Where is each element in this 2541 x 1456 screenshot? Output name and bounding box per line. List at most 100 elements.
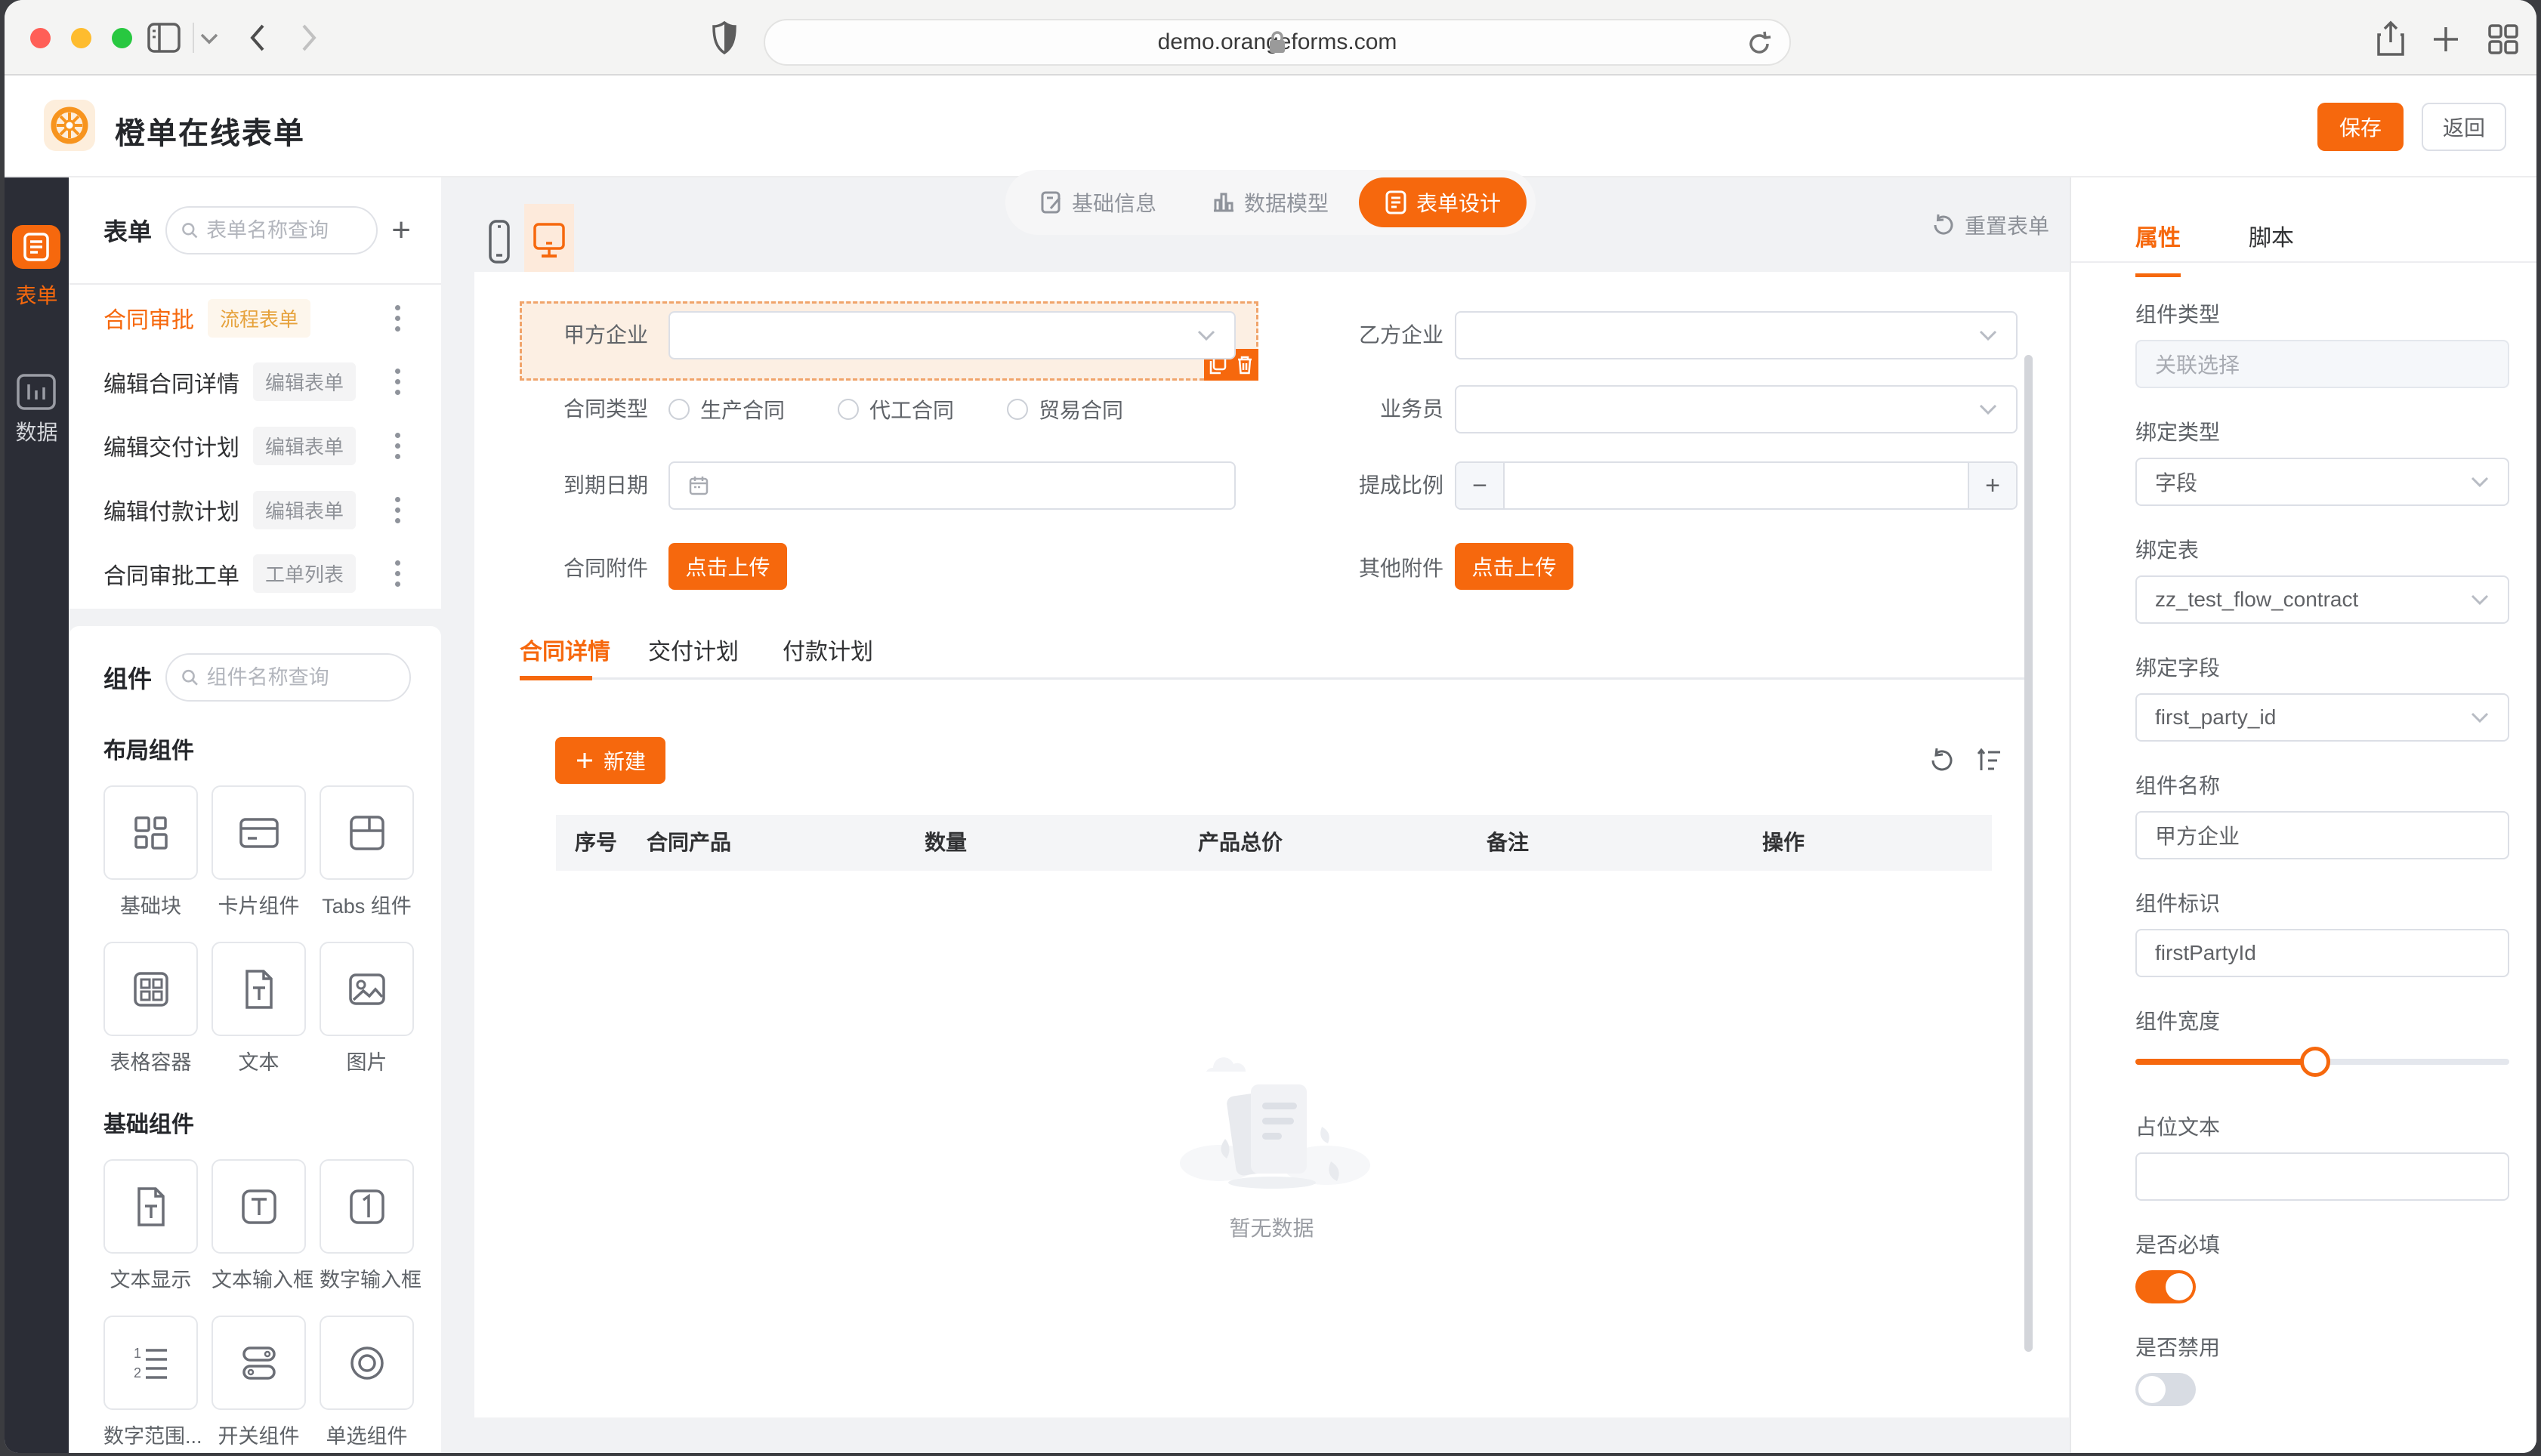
column-header[interactable]: 产品总价 [1198,815,1283,871]
orange-logo-icon [51,106,88,144]
column-header[interactable]: 操作 [1762,815,1805,871]
form-search-input[interactable] [206,218,363,242]
component-tile-text-input[interactable]: 文本输入框 [211,1159,313,1293]
delete-icon[interactable] [1236,355,1254,375]
component-tile-table-container[interactable]: 表格容器 [103,942,198,1075]
minimize-window-button[interactable] [71,28,91,48]
back-button[interactable]: 返回 [2422,103,2506,151]
tab-data-model[interactable]: 数据模型 [1187,177,1354,227]
salesman-select[interactable] [1455,385,2018,433]
tab-form-design[interactable]: 表单设计 [1359,177,1527,227]
contract-upload-button[interactable]: 点击上传 [668,543,787,590]
tab-contract-detail[interactable]: 合同详情 [520,633,610,666]
form-list-item[interactable]: 合同审批工单 工单列表 [69,541,441,606]
zoom-window-button[interactable] [112,28,132,48]
increment-button[interactable]: + [1968,463,2016,508]
first-party-select[interactable] [668,311,1236,359]
component-tile-text-display[interactable]: 文本显示 [103,1159,198,1293]
component-tile-radio[interactable]: 单选组件 [320,1316,414,1449]
contract-type-radio-group: 生产合同 代工合同 贸易合同 [668,385,1123,433]
tab-delivery-plan[interactable]: 交付计划 [648,633,739,666]
other-upload-button[interactable]: 点击上传 [1455,543,1573,590]
form-list-item[interactable]: 编辑合同详情 编辑表单 [69,350,441,415]
refresh-icon[interactable] [1928,746,1956,775]
radio-circle-icon [1007,399,1029,420]
column-header[interactable]: 备注 [1487,815,1529,871]
column-header[interactable]: 序号 [575,815,617,871]
component-key-field [2135,929,2509,977]
address-bar[interactable]: demo.orangeforms.com [764,19,1791,66]
component-tile-card[interactable]: 卡片组件 [211,785,306,919]
reload-icon[interactable] [1746,30,1773,57]
column-header[interactable]: 合同产品 [647,815,731,871]
share-icon[interactable] [2375,20,2407,57]
save-button[interactable]: 保存 [2317,103,2404,151]
more-actions-icon[interactable] [391,301,405,336]
component-tile-basic-block[interactable]: 基础块 [103,785,198,919]
component-tile-tabs[interactable]: Tabs 组件 [320,785,414,919]
rail-label-data[interactable]: 数据 [5,416,69,446]
text-display-icon [137,1186,165,1226]
second-party-select[interactable] [1455,311,2018,359]
radio-production-contract[interactable]: 生产合同 [668,394,785,424]
component-tile-number-range[interactable]: 12 数字范围... [103,1316,202,1449]
add-form-button[interactable]: + [391,214,411,247]
divider [2071,261,2536,263]
mobile-preview-button[interactable] [474,204,524,279]
new-row-button[interactable]: 新建 [555,737,665,784]
desktop-preview-button[interactable] [524,204,574,279]
chevron-down-icon [1197,330,1215,341]
component-search-input[interactable] [206,665,396,689]
component-key-input[interactable] [2155,941,2490,965]
back-icon[interactable] [246,21,267,54]
form-search[interactable] [165,206,378,254]
required-toggle[interactable] [2135,1270,2196,1303]
more-actions-icon[interactable] [391,492,405,528]
placeholder-text-input[interactable] [2155,1164,2490,1189]
tab-overview-icon[interactable] [2487,23,2520,56]
bind-type-select[interactable]: 字段 [2135,458,2509,506]
number-field[interactable] [1505,463,1968,508]
decrement-button[interactable]: − [1456,463,1505,508]
radio-trade-contract[interactable]: 贸易合同 [1007,394,1123,424]
component-tile-text[interactable]: 文本 [211,942,306,1075]
component-name-input[interactable] [2155,823,2490,847]
component-tile-number-input[interactable]: 数字输入框 [320,1159,421,1293]
tab-label: 基础信息 [1071,192,1156,215]
due-date-input[interactable] [668,461,1236,510]
component-width-slider[interactable] [2135,1047,2509,1077]
reset-form-button[interactable]: 重置表单 [1931,210,2049,240]
group-bind-table: 绑定表 zz_test_flow_contract [2135,538,2509,624]
tab-script[interactable]: 脚本 [2249,219,2294,277]
bind-table-select[interactable]: zz_test_flow_contract [2135,575,2509,624]
data-chart-icon[interactable] [15,372,57,412]
component-tile-switch[interactable]: 开关组件 [211,1316,306,1449]
form-list-item[interactable]: 合同审批 流程表单 [69,286,441,350]
rail-item-forms[interactable] [12,225,60,269]
tab-basic-info[interactable]: 基础信息 [1014,177,1182,227]
component-tile-image[interactable]: 图片 [320,942,414,1075]
component-search[interactable] [165,653,411,702]
close-window-button[interactable] [30,28,51,48]
form-list-item[interactable]: 编辑交付计划 编辑表单 [69,414,441,478]
rail-label-forms[interactable]: 表单 [5,279,69,310]
tab-payment-plan[interactable]: 付款计划 [783,633,873,666]
shield-icon[interactable] [712,20,737,55]
sidebar-toggle-icon[interactable] [147,21,181,54]
sort-columns-icon[interactable] [1975,746,2002,775]
column-header[interactable]: 数量 [925,815,967,871]
more-actions-icon[interactable] [391,364,405,399]
radio-oem-contract[interactable]: 代工合同 [838,394,954,424]
more-actions-icon[interactable] [391,556,405,591]
bind-field-select[interactable]: first_party_id [2135,693,2509,742]
new-tab-icon[interactable] [2431,24,2461,54]
canvas-scrollbar[interactable] [2024,355,2033,1352]
disabled-toggle[interactable] [2135,1373,2196,1406]
forward-icon[interactable] [299,21,320,54]
chevron-down-icon[interactable] [199,32,219,45]
form-list-item[interactable]: 编辑付款计划 编辑表单 [69,478,441,542]
slider-thumb[interactable] [2299,1047,2330,1077]
traffic-lights[interactable] [30,28,132,48]
tab-properties[interactable]: 属性 [2135,219,2181,277]
more-actions-icon[interactable] [391,428,405,464]
